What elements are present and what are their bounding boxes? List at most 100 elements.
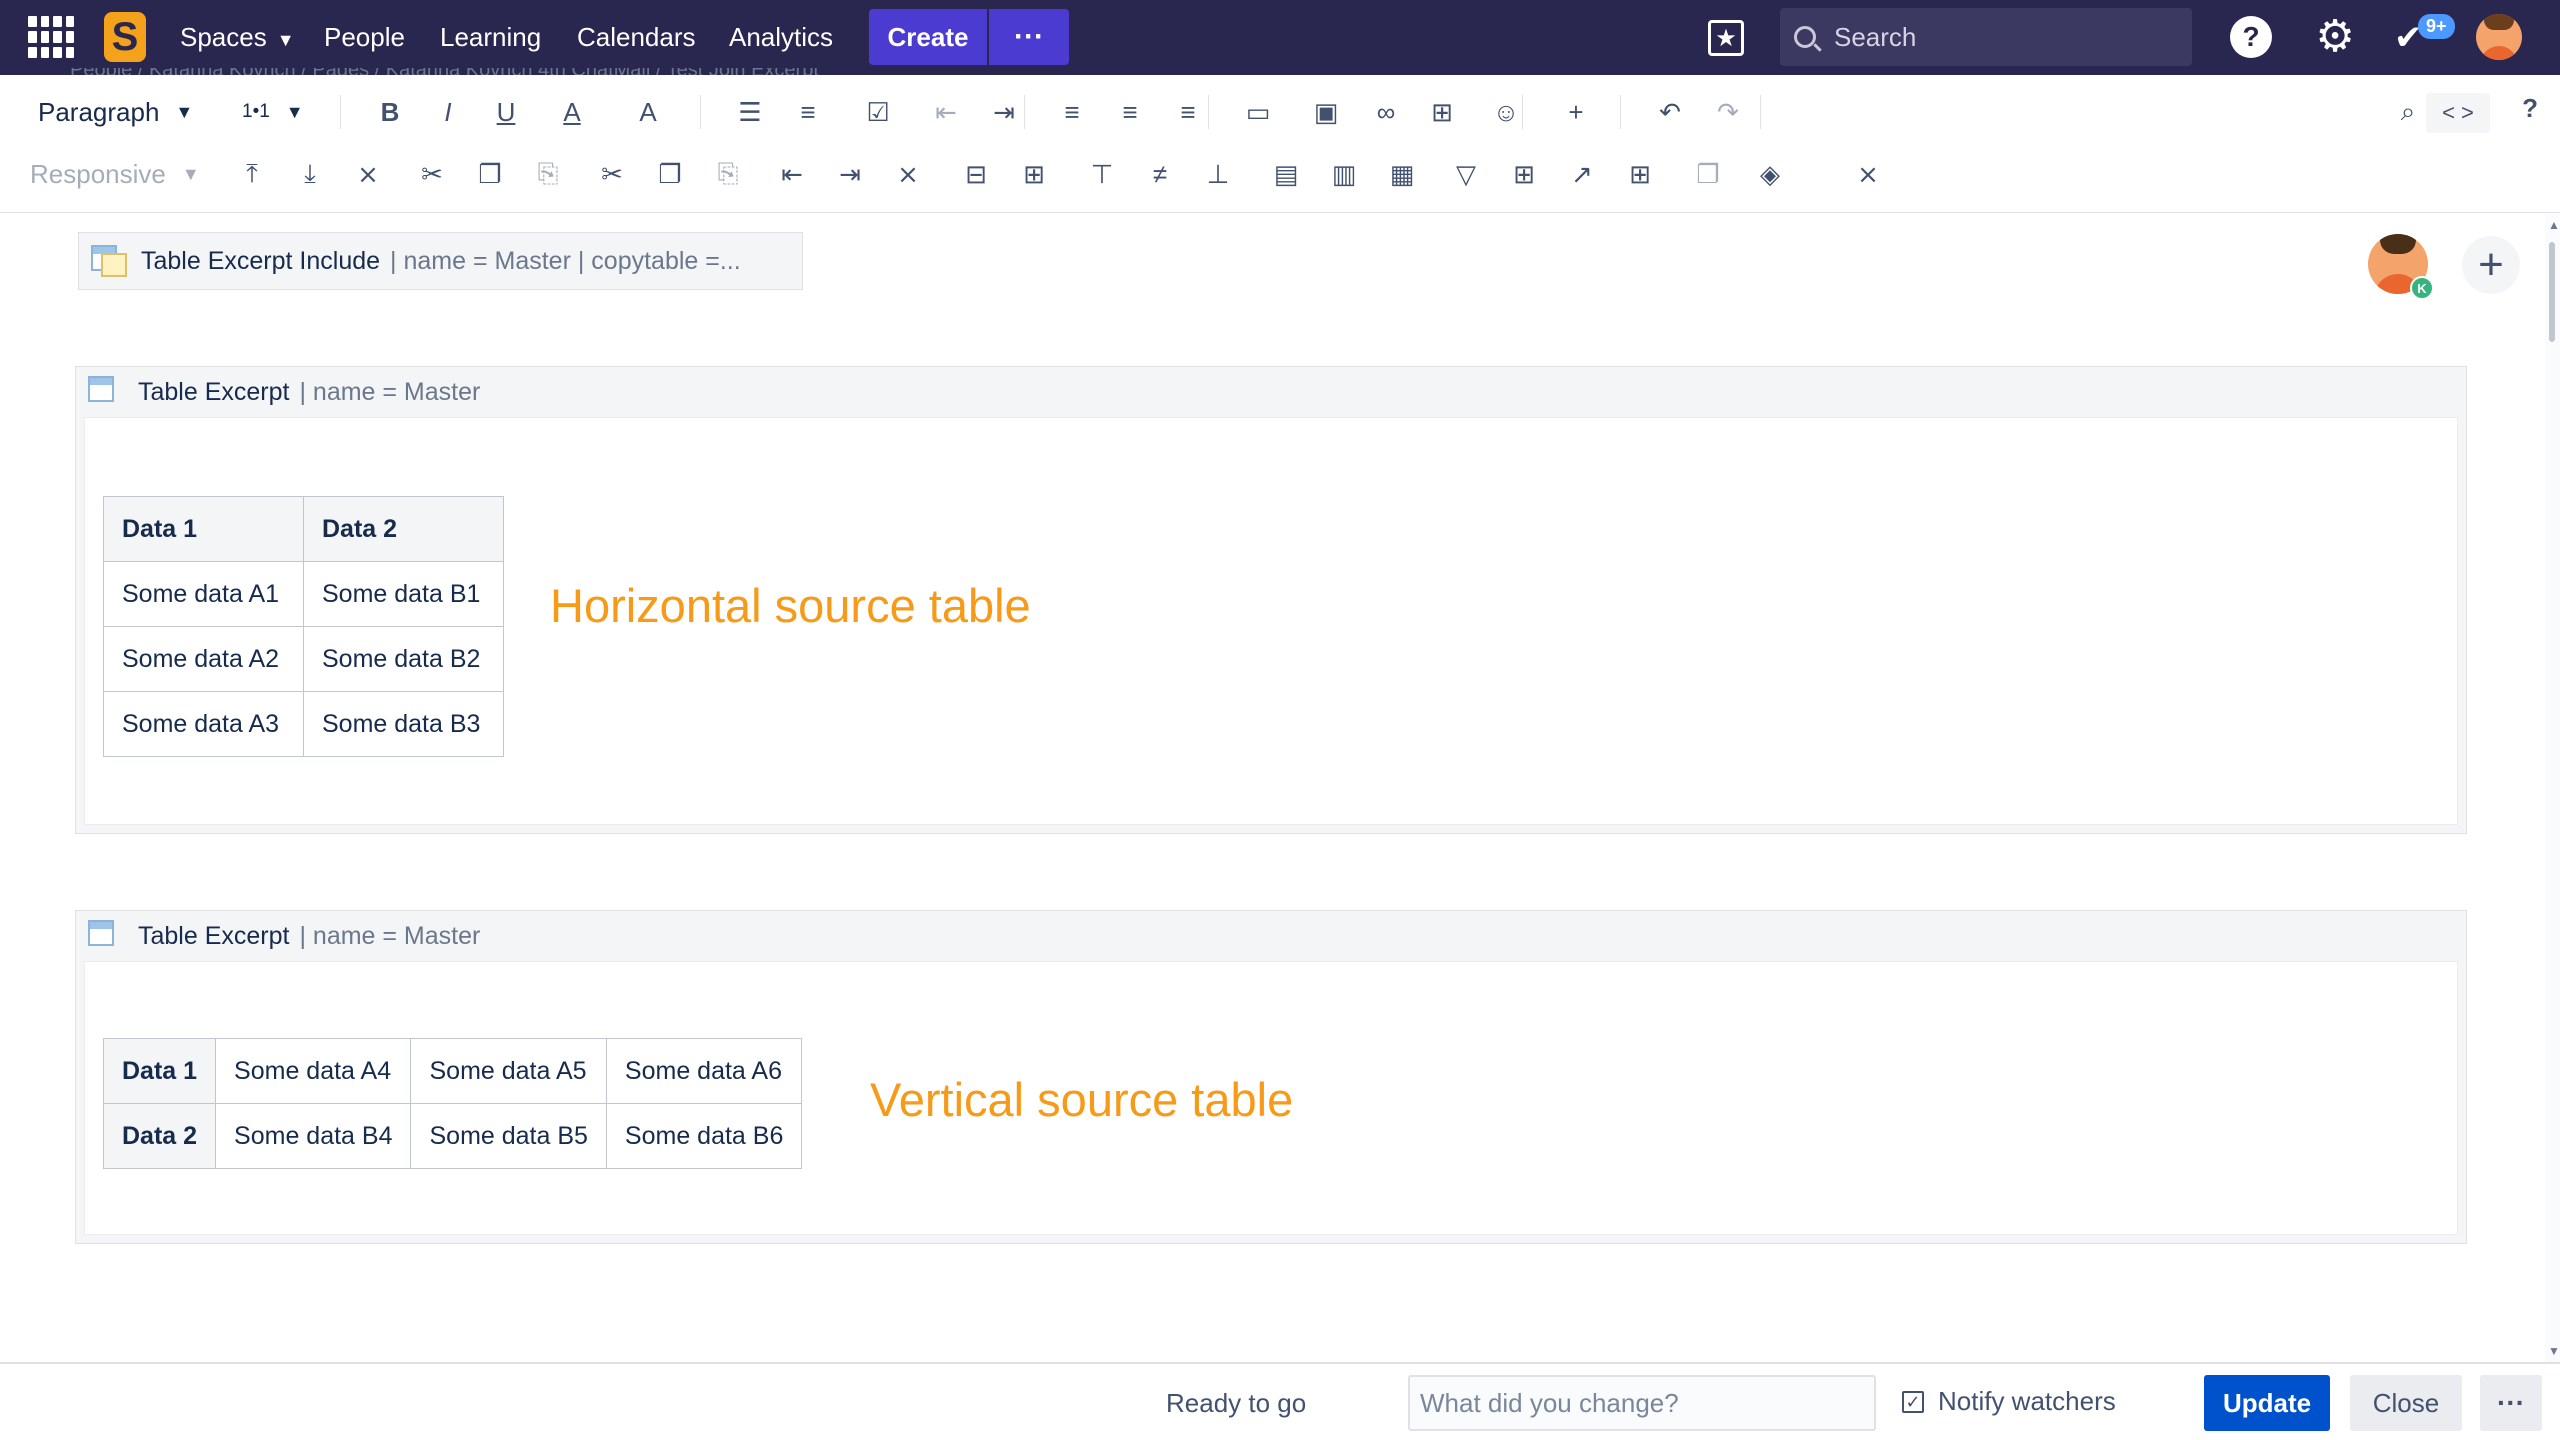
search-input[interactable] <box>1834 21 2174 53</box>
table-cell[interactable]: Some data A2 <box>103 626 304 692</box>
change-comment-input[interactable] <box>1408 1375 1876 1431</box>
nav-learning[interactable]: Learning <box>440 22 541 53</box>
numbered-list-icon[interactable]: ≡ <box>790 91 826 133</box>
valign-bottom-icon[interactable]: ⊥ <box>1200 153 1236 195</box>
table-header-cell[interactable]: Data 2 <box>102 1103 217 1169</box>
align-left-icon[interactable]: ≡ <box>1054 91 1090 133</box>
table-cell[interactable]: Some data A6 <box>605 1038 803 1104</box>
insert-row-below-icon[interactable]: ⤓ <box>292 153 328 195</box>
bold-icon[interactable]: B <box>372 91 408 133</box>
horizontal-source-table[interactable]: Data 1 Data 2 Some data A1 Some data B1 … <box>103 496 504 757</box>
update-button[interactable]: Update <box>2204 1375 2330 1431</box>
copy-row-icon[interactable]: ❐ <box>472 153 508 195</box>
outdent-icon[interactable]: ⇤ <box>928 91 964 133</box>
merge-cells-icon[interactable]: ⊟ <box>958 153 994 195</box>
header-column-icon[interactable]: ▥ <box>1326 153 1362 195</box>
table-excerpt-icon[interactable]: ⊞ <box>1622 153 1658 195</box>
link-icon[interactable]: ∞ <box>1368 91 1404 133</box>
macro-body[interactable]: Data 1 Data 2 Some data A1 Some data B1 … <box>84 417 2458 825</box>
find-replace-icon[interactable]: ⌕ <box>2390 91 2426 133</box>
app-switcher-icon[interactable] <box>28 16 74 58</box>
table-header-cell[interactable]: Data 1 <box>102 1038 217 1104</box>
highlight-cell-icon[interactable]: ▦ <box>1384 153 1420 195</box>
nav-analytics[interactable]: Analytics <box>729 22 833 53</box>
delete-column-icon[interactable]: ⨯ <box>890 153 926 195</box>
close-button[interactable]: Close <box>2350 1375 2462 1431</box>
paragraph-style-select[interactable]: Paragraph ▼ <box>38 91 193 133</box>
table-transformer-icon[interactable]: ⊞ <box>1506 153 1542 195</box>
delete-row-icon[interactable]: ⨯ <box>350 153 386 195</box>
table-excerpt-macro-horizontal[interactable]: Table Excerpt | name = Master Data 1 Dat… <box>75 366 2467 834</box>
task-list-icon[interactable]: ☑ <box>860 91 896 133</box>
text-color-icon[interactable]: A <box>554 91 590 133</box>
insert-column-after-icon[interactable]: ⇥ <box>832 153 868 195</box>
gear-icon[interactable]: ⚙ <box>2312 14 2358 60</box>
insert-column-before-icon[interactable]: ⇤ <box>774 153 810 195</box>
table-cell[interactable]: Some data B3 <box>303 691 504 757</box>
table-width-select[interactable]: Responsive ▼ <box>30 153 200 195</box>
align-right-icon[interactable]: ≡ <box>1170 91 1206 133</box>
image-icon[interactable]: ▣ <box>1308 91 1344 133</box>
vertical-source-table[interactable]: Data 1 Some data A4 Some data A5 Some da… <box>102 1038 803 1169</box>
paste-column-icon[interactable]: ⎘ <box>710 153 746 195</box>
valign-middle-icon[interactable]: ≠ <box>1142 153 1178 195</box>
user-avatar[interactable] <box>2476 14 2522 60</box>
macro-body[interactable]: Data 1 Some data A4 Some data A5 Some da… <box>84 961 2458 1235</box>
help-icon[interactable]: ? <box>2230 16 2272 58</box>
table-chart-icon[interactable]: ↗ <box>1564 153 1600 195</box>
cell-fill-color-icon[interactable]: ◈ <box>1752 153 1788 195</box>
remove-table-icon[interactable]: ⨯ <box>1850 153 1886 195</box>
table-filter-icon[interactable]: ▽ <box>1448 153 1484 195</box>
table-copy-icon[interactable]: ❐ <box>1690 153 1726 195</box>
indent-icon[interactable]: ⇥ <box>986 91 1022 133</box>
emoji-icon[interactable]: ☺ <box>1488 91 1524 133</box>
table-excerpt-macro-vertical[interactable]: Table Excerpt | name = Master Data 1 Som… <box>75 910 2467 1244</box>
bullet-list-icon[interactable]: ☰ <box>732 91 768 133</box>
undo-icon[interactable]: ↶ <box>1652 91 1688 133</box>
table-cell[interactable]: Some data B2 <box>303 626 504 692</box>
line-height-select[interactable]: 1•1 ▼ <box>242 91 304 133</box>
search-box[interactable] <box>1780 8 2192 66</box>
nav-calendars[interactable]: Calendars <box>577 22 696 53</box>
table-cell[interactable]: Some data A5 <box>410 1038 607 1104</box>
starred-icon[interactable]: ★ <box>1708 20 1744 56</box>
redo-icon[interactable]: ↷ <box>1710 91 1746 133</box>
nav-spaces[interactable]: Spaces ▼ <box>180 22 295 53</box>
invite-collaborator-icon[interactable]: + <box>2462 236 2520 294</box>
insert-more-icon[interactable]: + <box>1558 91 1594 133</box>
header-row-icon[interactable]: ▤ <box>1268 153 1304 195</box>
toolbar-help-icon[interactable]: ? <box>2522 93 2538 124</box>
table-cell[interactable]: Some data A1 <box>103 561 304 627</box>
table-icon[interactable]: ⊞ <box>1424 91 1460 133</box>
table-header-cell[interactable]: Data 2 <box>303 496 504 562</box>
split-cell-icon[interactable]: ⊞ <box>1016 153 1052 195</box>
cut-column-icon[interactable]: ✂ <box>594 153 630 195</box>
paste-row-icon[interactable]: ⎘ <box>530 153 566 195</box>
source-editor-button[interactable]: < > <box>2426 93 2490 133</box>
editor-canvas[interactable]: Table Excerpt Include | name = Master | … <box>0 214 2545 1362</box>
insert-row-above-icon[interactable]: ⤒ <box>234 153 270 195</box>
table-header-cell[interactable]: Data 1 <box>103 496 304 562</box>
table-cell[interactable]: Some data A4 <box>215 1038 412 1104</box>
scrollbar-thumb[interactable] <box>2549 242 2555 342</box>
copy-column-icon[interactable]: ❐ <box>652 153 688 195</box>
valign-top-icon[interactable]: ⊤ <box>1084 153 1120 195</box>
table-cell[interactable]: Some data B5 <box>410 1103 607 1169</box>
editor-scrollbar[interactable]: ▲ ▼ <box>2545 214 2560 1362</box>
more-actions-button[interactable]: ··· <box>2480 1375 2542 1431</box>
table-cell[interactable]: Some data B4 <box>215 1103 412 1169</box>
table-cell[interactable]: Some data A3 <box>103 691 304 757</box>
nav-people[interactable]: People <box>324 22 405 53</box>
cut-row-icon[interactable]: ✂ <box>414 153 450 195</box>
table-cell[interactable]: Some data B6 <box>605 1103 803 1169</box>
scroll-down-icon[interactable]: ▼ <box>2548 1344 2560 1358</box>
create-more-button[interactable]: ··· <box>989 9 1069 65</box>
text-style-icon[interactable]: A <box>630 91 666 133</box>
italic-icon[interactable]: I <box>430 91 466 133</box>
page-layout-icon[interactable]: ▭ <box>1240 91 1276 133</box>
notify-watchers-checkbox[interactable]: ✓ Notify watchers <box>1902 1386 2116 1417</box>
align-center-icon[interactable]: ≡ <box>1112 91 1148 133</box>
create-button[interactable]: Create <box>869 9 987 65</box>
scroll-up-icon[interactable]: ▲ <box>2548 218 2560 232</box>
table-cell[interactable]: Some data B1 <box>303 561 504 627</box>
